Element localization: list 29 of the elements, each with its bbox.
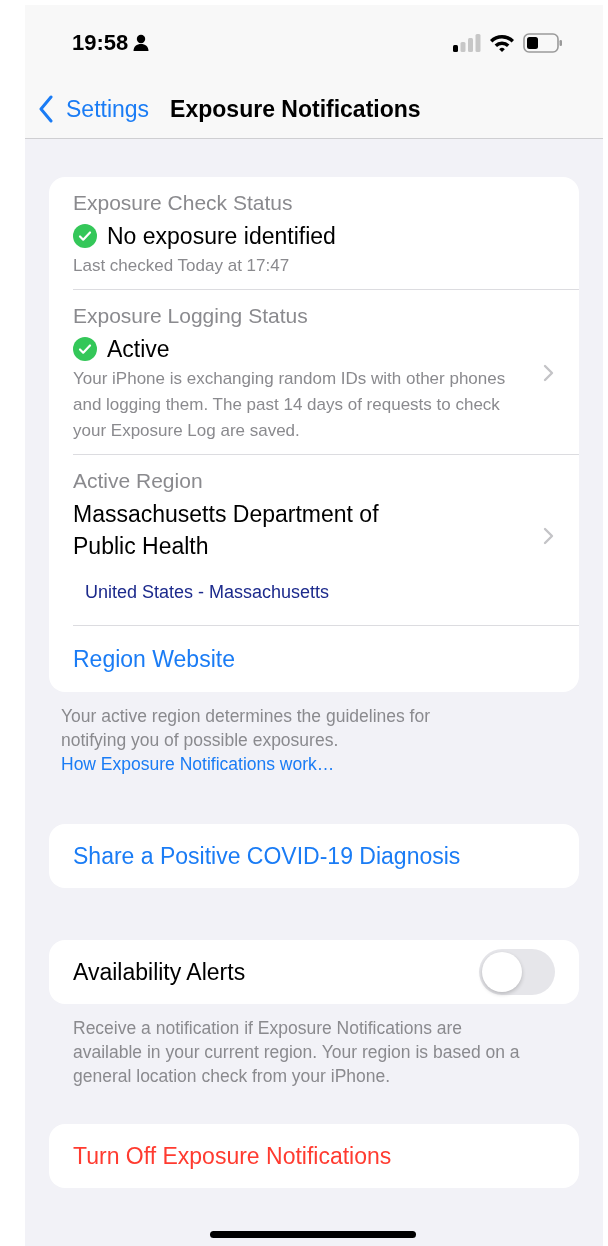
alerts-footer-text: Receive a notification if Exposure Notifications are available in your current region. Your region is based on a general location check from your iPhone. bbox=[73, 1017, 521, 1088]
row-label: Active Region bbox=[73, 468, 204, 494]
region-footer-text: Your active region determines the guidelines for notifying you of possible exposures. How Exposure Notifications work… bbox=[61, 705, 432, 776]
status-detail: Last checked Today at 17:47 bbox=[73, 255, 291, 277]
status-detail: Your iPhone is exchanging random IDs with other phones and logging them. The past 14 days of requests to check your Exposure Log are saved. bbox=[73, 368, 507, 442]
how-it-works-link[interactable]: How Exposure Notifications work… bbox=[61, 754, 335, 774]
back-button[interactable]: Settings bbox=[38, 91, 150, 127]
region-website-link[interactable]: Region Website bbox=[73, 644, 555, 674]
row-label: Exposure Check Status bbox=[73, 190, 294, 216]
wifi-icon bbox=[489, 33, 515, 53]
status-value: Active bbox=[107, 335, 170, 364]
chevron-right-icon bbox=[543, 527, 555, 545]
chevron-right-icon bbox=[543, 364, 555, 382]
region-location: United States - Massachusetts bbox=[85, 581, 331, 604]
row-label: Exposure Logging Status bbox=[73, 303, 309, 329]
turn-off-button[interactable]: Turn Off Exposure Notifications bbox=[49, 1124, 579, 1188]
region-name: Massachusetts Department of Public Health bbox=[73, 500, 380, 561]
battery-icon bbox=[523, 32, 563, 53]
signal-icon bbox=[453, 33, 481, 52]
alerts-label: Availability Alerts bbox=[73, 957, 246, 987]
page-title: Exposure Notifications bbox=[170, 94, 421, 124]
status-time: 19:58 bbox=[72, 29, 129, 58]
back-chevron-icon bbox=[38, 95, 54, 124]
status-value: No exposure identified bbox=[107, 222, 336, 251]
checkmark-icon bbox=[73, 224, 97, 248]
checkmark-icon bbox=[73, 337, 97, 361]
person-icon bbox=[133, 34, 150, 52]
alerts-toggle[interactable] bbox=[479, 949, 555, 995]
share-diagnosis-button[interactable]: Share a Positive COVID-19 Diagnosis bbox=[49, 824, 579, 888]
